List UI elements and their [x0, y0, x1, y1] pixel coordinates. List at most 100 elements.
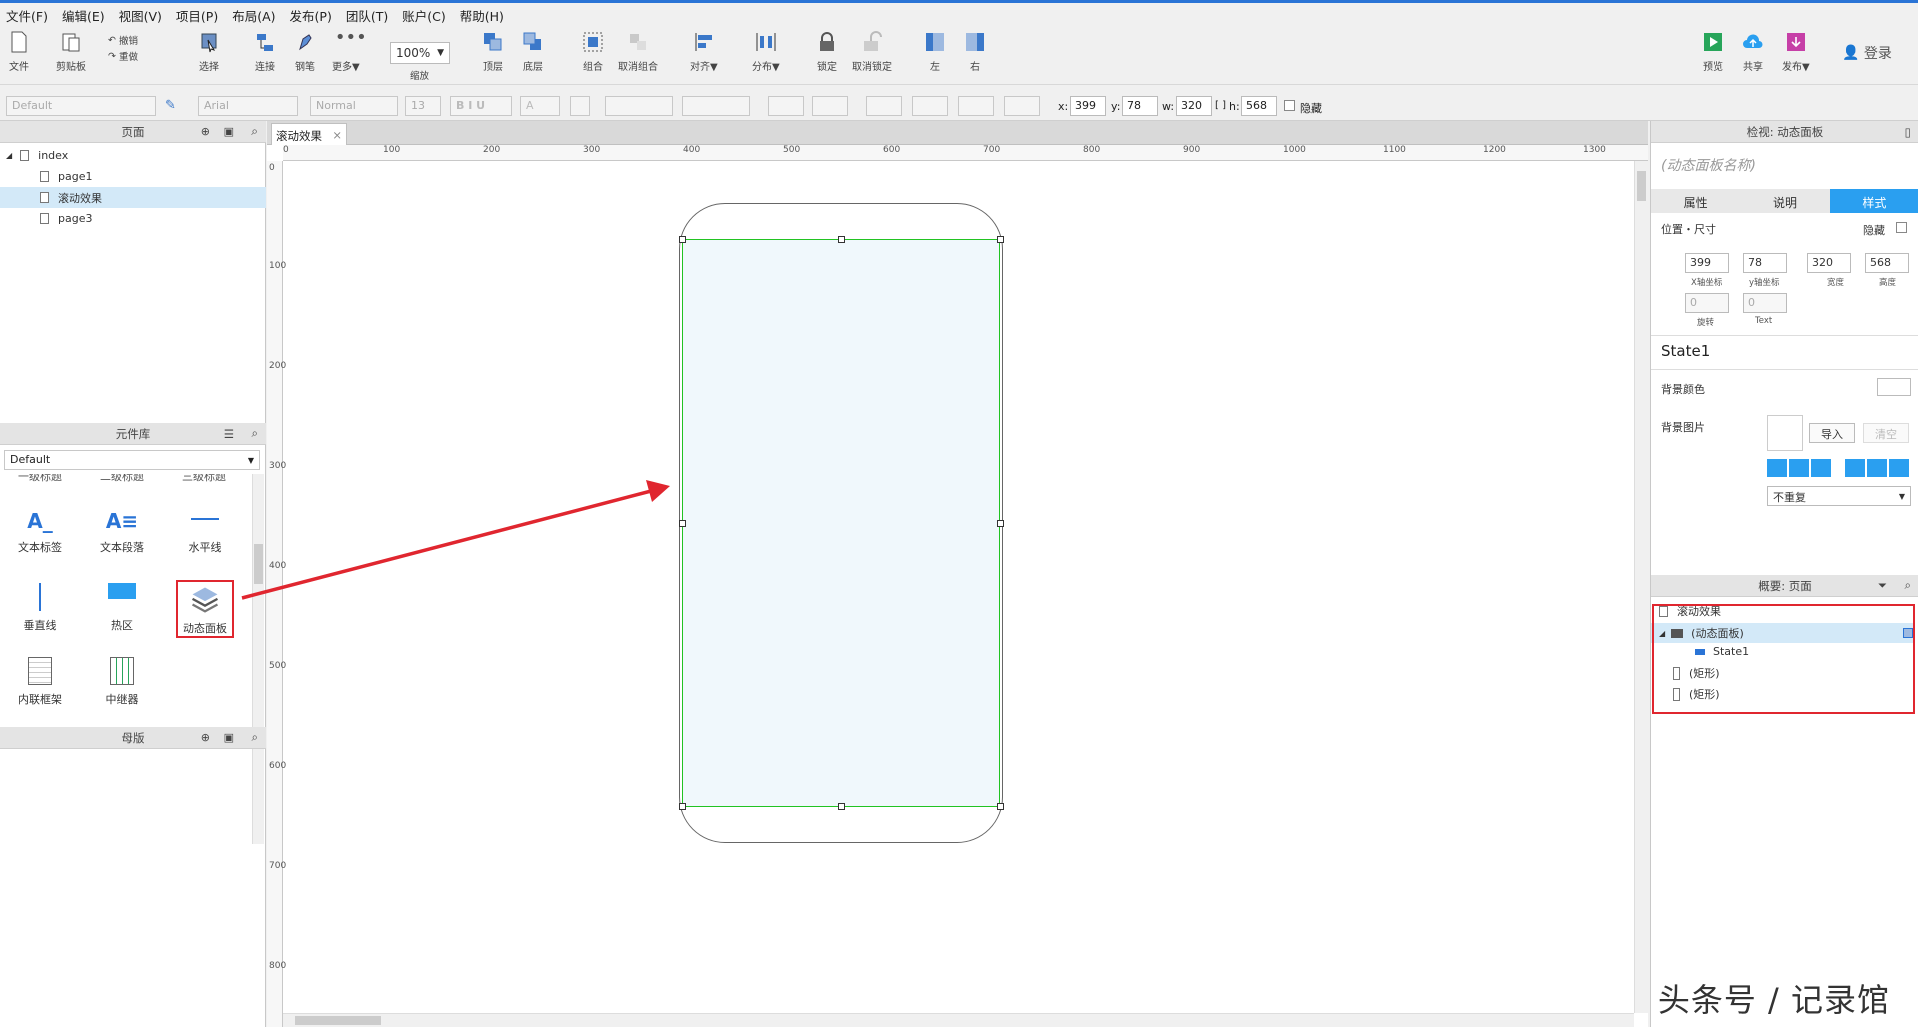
w-field[interactable]: 320 — [1176, 96, 1212, 116]
zoom-select[interactable]: 100% ▼ — [390, 42, 450, 64]
login-button[interactable]: 👤 登录 — [1842, 43, 1892, 63]
resize-handle[interactable] — [838, 803, 845, 810]
widget-hotspot[interactable]: 热区 — [87, 583, 157, 633]
tab-properties[interactable]: 属性 — [1651, 189, 1740, 213]
menu-account[interactable]: 账户(C) — [402, 6, 445, 25]
tree-item-page1[interactable]: page1 — [0, 166, 266, 187]
menu-team[interactable]: 团队(T) — [346, 6, 388, 25]
rotation-input[interactable]: 0 — [1685, 293, 1729, 313]
widget-horizontal-line[interactable]: 水平线 — [170, 509, 240, 555]
line-style-picker[interactable] — [912, 96, 948, 116]
search-icon[interactable]: ⌕ — [1905, 578, 1911, 593]
y-input[interactable]: 78 — [1743, 253, 1787, 273]
filter-icon[interactable]: ⏷ — [1878, 578, 1887, 593]
bg-color-picker[interactable] — [1877, 378, 1911, 396]
text-align-group[interactable] — [605, 96, 673, 116]
connect-tool[interactable]: 连接 — [254, 31, 276, 73]
line-color-picker[interactable] — [812, 96, 848, 116]
menu-layout[interactable]: 布局(A) — [232, 6, 275, 25]
lock-button[interactable]: 锁定 — [816, 31, 838, 73]
resize-handle[interactable] — [838, 236, 845, 243]
menu-project[interactable]: 项目(P) — [176, 6, 218, 25]
redo-button[interactable]: ↷ 重做 — [108, 49, 138, 64]
search-icon[interactable]: ⌕ — [251, 124, 258, 139]
menu-view[interactable]: 视图(V) — [119, 6, 162, 25]
align-button[interactable]: 对齐▼ — [690, 31, 718, 73]
height-input[interactable]: 568 — [1865, 253, 1909, 273]
add-master-icon[interactable]: ⊕ — [201, 731, 210, 744]
preview-button[interactable]: 预览 — [1702, 31, 1724, 73]
collapse-icon[interactable]: ◢ — [6, 151, 12, 160]
y-field[interactable]: 78 — [1122, 96, 1158, 116]
widget-text-label[interactable]: A_ 文本标签 — [5, 509, 75, 555]
text-rotation-input[interactable]: 0 — [1743, 293, 1787, 313]
library-select[interactable]: Default ▼ — [4, 450, 260, 470]
unlock-button[interactable]: 取消锁定 — [852, 31, 892, 73]
clear-button[interactable]: 清空 — [1863, 423, 1909, 443]
widget-text-paragraph[interactable]: A≡ 文本段落 — [87, 509, 157, 555]
left-align-panel-button[interactable]: 左 — [924, 31, 946, 73]
add-page-icon[interactable]: ⊕ — [201, 125, 210, 138]
search-icon[interactable]: ⌕ — [252, 426, 258, 441]
tree-item-scroll-effect[interactable]: 滚动效果 — [0, 187, 266, 208]
add-folder-icon[interactable]: ▣ — [224, 125, 234, 138]
format-painter-icon[interactable]: ✎ — [165, 98, 176, 113]
bullet-button[interactable] — [570, 96, 590, 116]
resize-handle[interactable] — [679, 236, 686, 243]
publish-button[interactable]: 发布▼ — [1782, 31, 1810, 73]
group-button[interactable]: 组合 — [582, 31, 604, 73]
resize-handle[interactable] — [997, 520, 1004, 527]
distribute-button[interactable]: 分布▼ — [752, 31, 780, 73]
close-icon[interactable]: × — [332, 128, 342, 142]
bold-italic-underline[interactable]: B I U — [450, 96, 512, 116]
x-field[interactable]: 399 — [1070, 96, 1106, 116]
widget-vertical-line[interactable]: 垂直线 — [5, 583, 75, 633]
style-select[interactable]: Default — [6, 96, 156, 116]
right-align-panel-button[interactable]: 右 — [964, 31, 986, 73]
vertical-align-buttons[interactable] — [1845, 459, 1911, 477]
font-weight-select[interactable]: Normal — [310, 96, 398, 116]
pen-tool[interactable]: 钢笔 — [294, 31, 316, 73]
resize-handle[interactable] — [997, 236, 1004, 243]
line-width-picker[interactable] — [866, 96, 902, 116]
menu-publish[interactable]: 发布(P) — [290, 6, 332, 25]
panel-name-input[interactable]: (动态面板名称) — [1661, 155, 1756, 175]
bring-top-button[interactable]: 顶层 — [482, 31, 504, 73]
x-input[interactable]: 399 — [1685, 253, 1729, 273]
library-scrollbar[interactable] — [252, 474, 264, 844]
undo-button[interactable]: ↶ 撤销 — [108, 33, 138, 48]
arrow-style-picker[interactable] — [958, 96, 994, 116]
select-tool[interactable]: 选择 — [198, 31, 220, 73]
canvas-vertical-scrollbar[interactable] — [1634, 161, 1648, 1013]
dynamic-panel[interactable] — [682, 239, 1000, 807]
add-folder-icon[interactable]: ▣ — [224, 731, 234, 744]
more-tools-button[interactable]: ••• 更多▼ — [332, 29, 367, 74]
ungroup-button[interactable]: 取消组合 — [618, 31, 658, 73]
repeat-select[interactable]: 不重复 ▼ — [1767, 486, 1911, 506]
width-input[interactable]: 320 — [1807, 253, 1851, 273]
share-button[interactable]: 共享 — [1742, 31, 1764, 73]
tab-scroll-effect[interactable]: 滚动效果 × — [271, 123, 347, 145]
font-size-select[interactable]: 13 — [405, 96, 441, 116]
horizontal-align-buttons[interactable] — [1767, 459, 1833, 477]
resize-handle[interactable] — [679, 803, 686, 810]
tab-style[interactable]: 样式 — [1829, 189, 1918, 213]
font-color-picker[interactable]: A — [520, 96, 560, 116]
menu-edit[interactable]: 编辑(E) — [62, 6, 105, 25]
file-button[interactable]: 文件 — [8, 31, 30, 73]
hide-checkbox[interactable] — [1284, 100, 1295, 111]
lock-ratio-icon[interactable]: [ ] — [1215, 100, 1226, 111]
h-field[interactable]: 568 — [1241, 96, 1277, 116]
menu-file[interactable]: 文件(F) — [6, 6, 48, 25]
send-bottom-button[interactable]: 底层 — [522, 31, 544, 73]
search-icon[interactable]: ⌕ — [252, 730, 258, 745]
tree-item-page3[interactable]: page3 — [0, 208, 266, 229]
hide-checkbox[interactable] — [1896, 222, 1907, 233]
widget-inline-frame[interactable]: 内联框架 — [5, 657, 75, 707]
font-select[interactable]: Arial — [198, 96, 298, 116]
resize-handle[interactable] — [997, 803, 1004, 810]
fill-color-picker[interactable] — [768, 96, 804, 116]
menu-help[interactable]: 帮助(H) — [460, 6, 504, 25]
clipboard-button[interactable]: 剪贴板 — [56, 31, 86, 73]
tab-notes[interactable]: 说明 — [1740, 189, 1829, 213]
